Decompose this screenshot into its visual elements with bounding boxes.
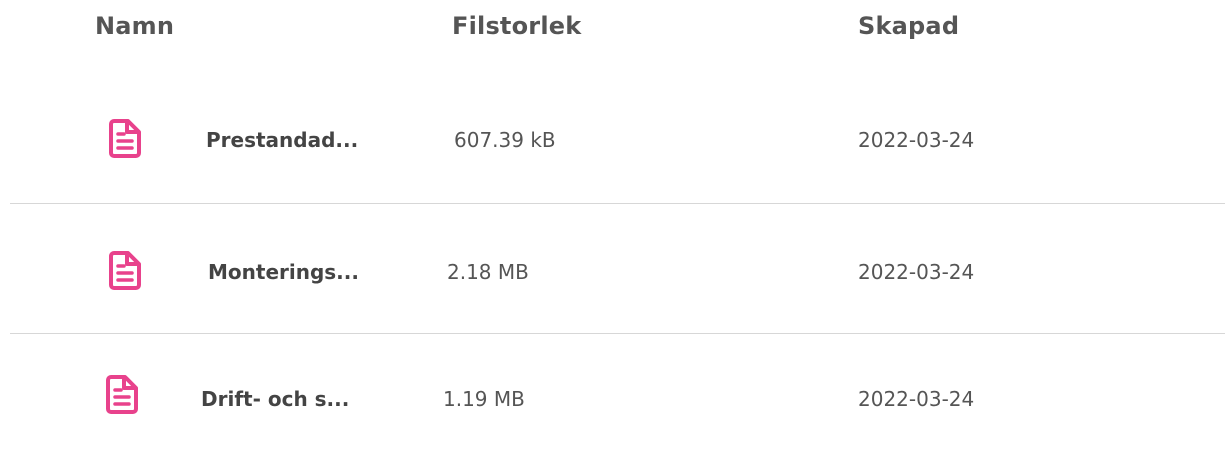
row-divider: [10, 333, 1225, 334]
file-size: 607.39 kB: [454, 128, 556, 152]
row-divider: [10, 203, 1225, 204]
table-row[interactable]: Prestandad... 607.39 kB 2022-03-24: [10, 73, 1225, 203]
document-icon[interactable]: [108, 250, 142, 290]
file-size: 2.18 MB: [447, 260, 529, 284]
column-header-name[interactable]: Namn: [95, 12, 174, 40]
table-row[interactable]: Monterings... 2.18 MB 2022-03-24: [10, 205, 1225, 335]
table-header: Namn Filstorlek Skapad: [0, 0, 1225, 75]
column-header-size[interactable]: Filstorlek: [452, 12, 581, 40]
document-icon[interactable]: [105, 374, 139, 414]
file-name-link[interactable]: Drift- och s...: [201, 387, 349, 411]
document-icon[interactable]: [108, 118, 142, 158]
file-created-date: 2022-03-24: [858, 260, 975, 284]
file-size: 1.19 MB: [443, 387, 525, 411]
file-created-date: 2022-03-24: [858, 387, 975, 411]
file-name-link[interactable]: Prestandad...: [206, 128, 358, 152]
table-row[interactable]: Drift- och s... 1.19 MB 2022-03-24: [10, 335, 1225, 465]
file-created-date: 2022-03-24: [858, 128, 975, 152]
column-header-created[interactable]: Skapad: [858, 12, 959, 40]
file-name-link[interactable]: Monterings...: [208, 260, 359, 284]
